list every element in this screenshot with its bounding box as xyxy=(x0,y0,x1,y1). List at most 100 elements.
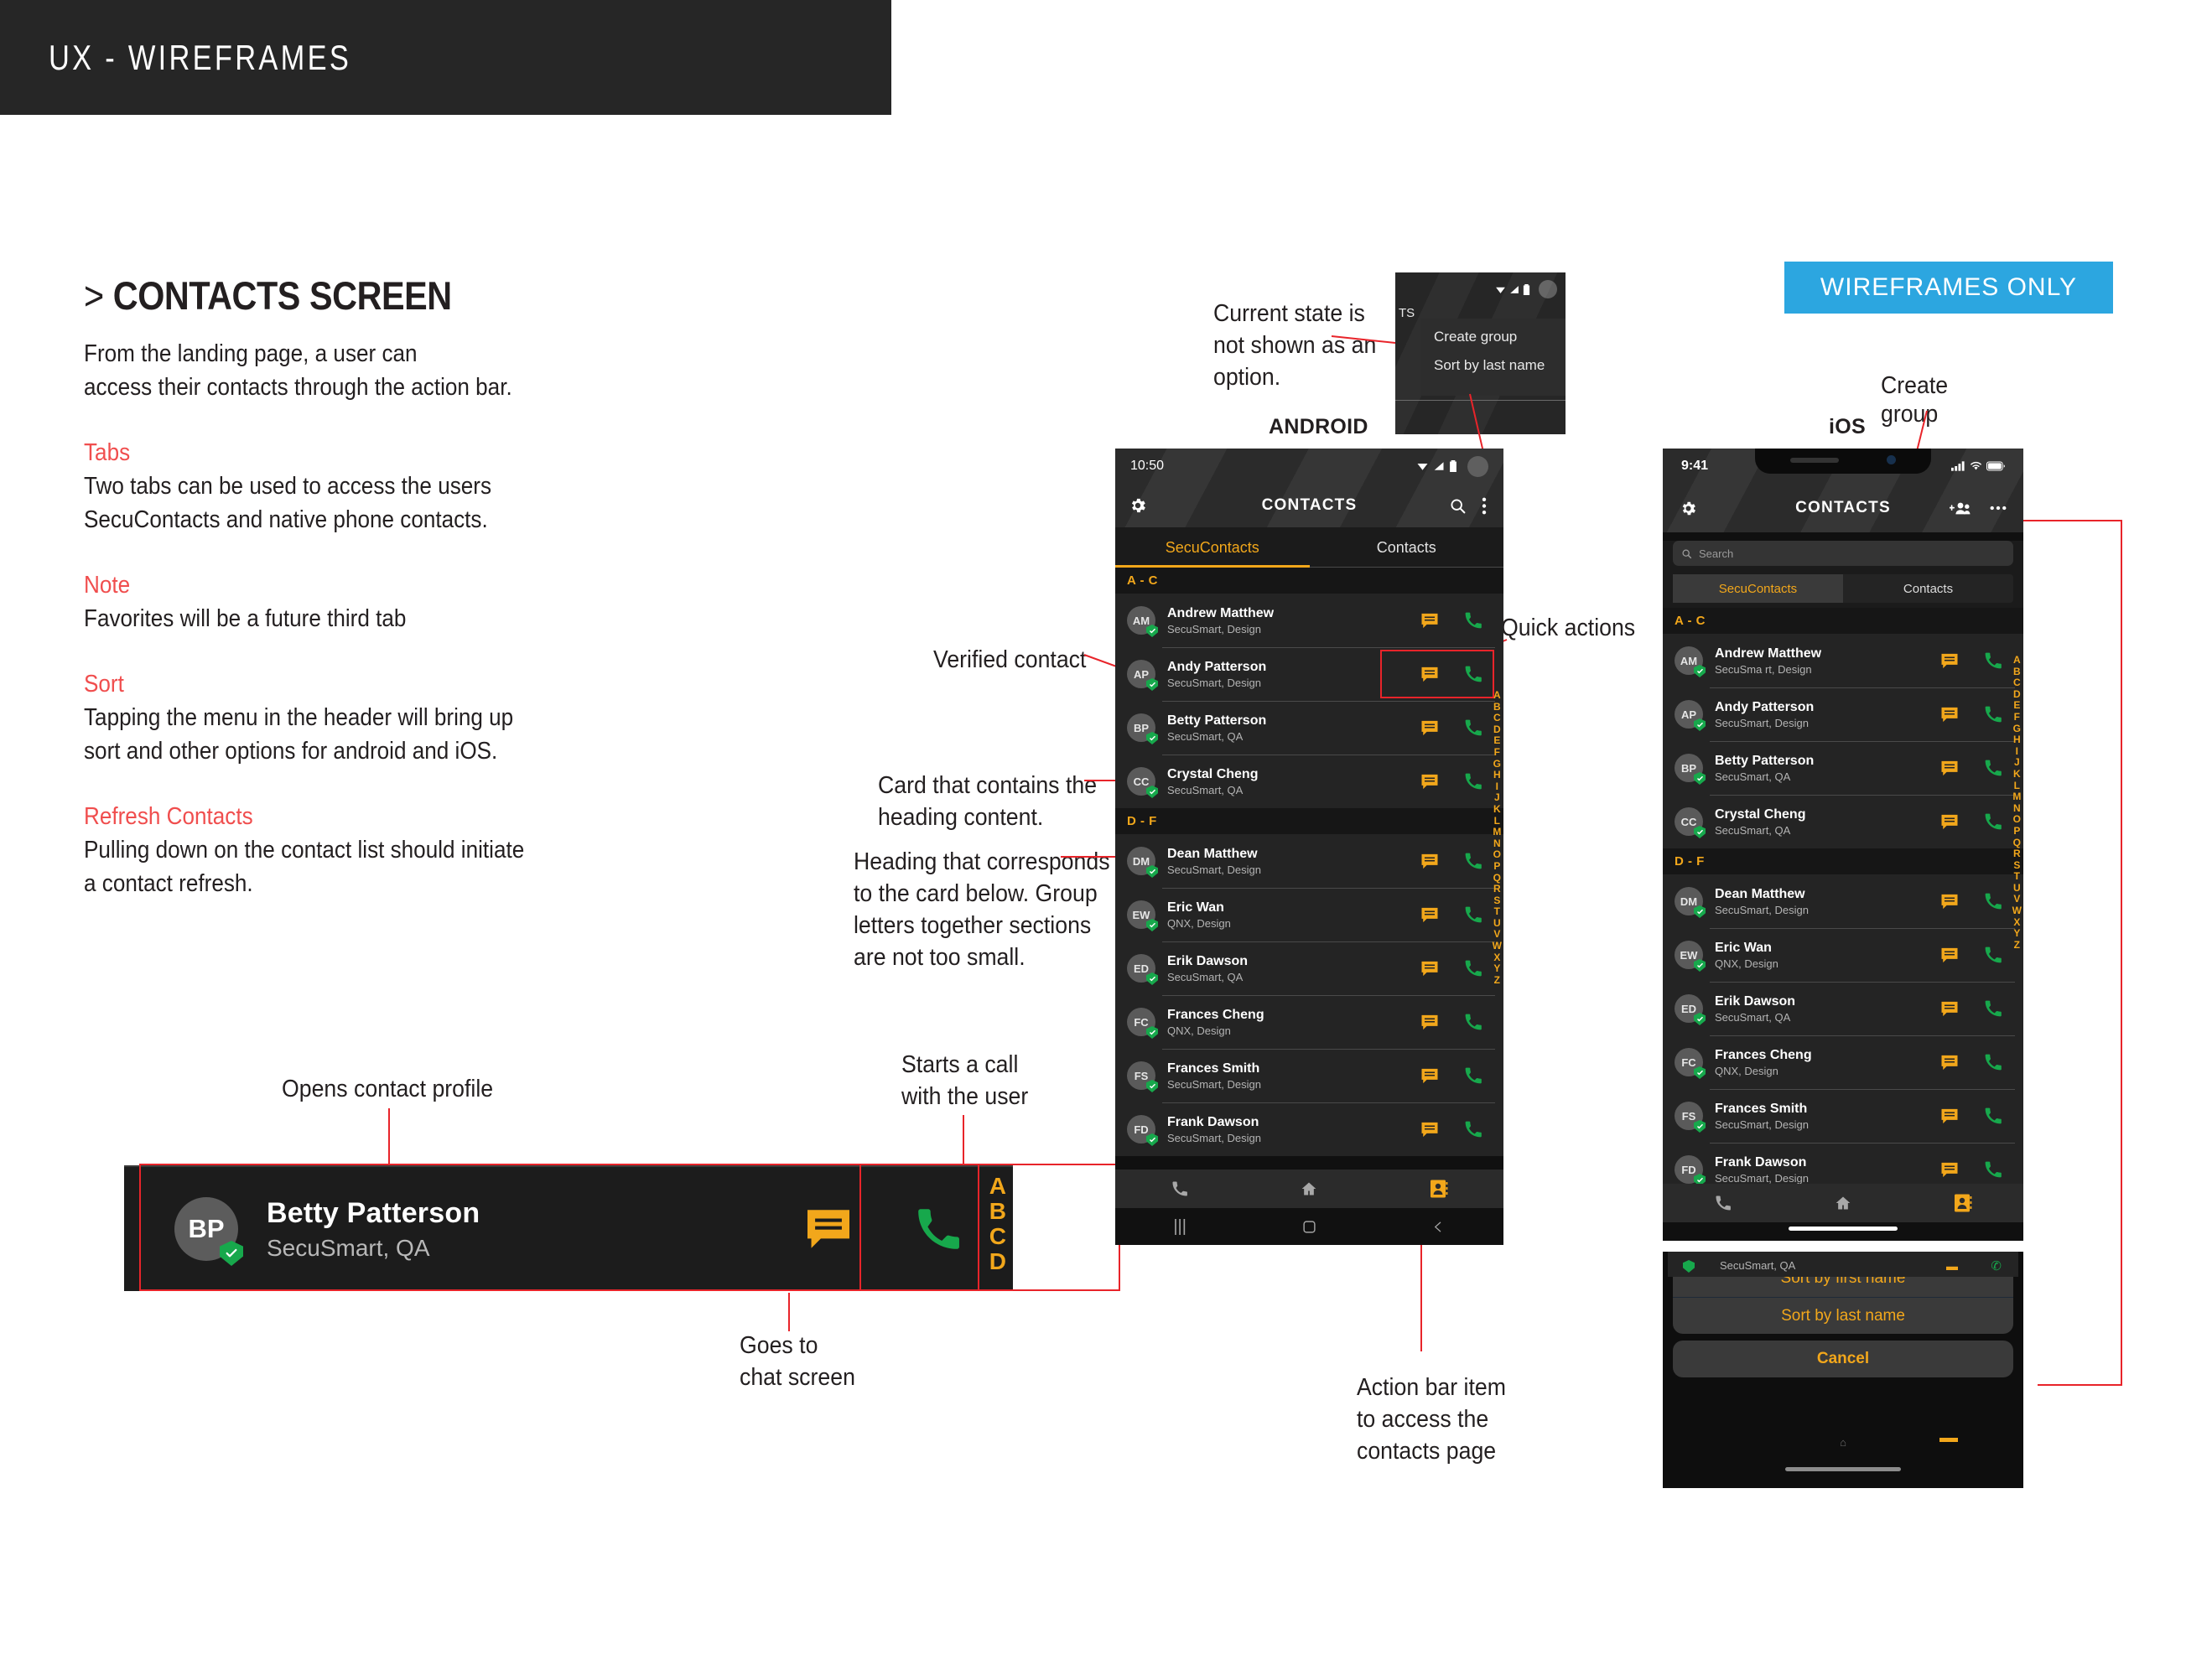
ellipsis-icon[interactable] xyxy=(1990,506,2007,511)
index-letter[interactable]: V xyxy=(1493,929,1500,941)
call-button[interactable] xyxy=(1971,892,2015,910)
chat-button[interactable] xyxy=(1408,613,1451,629)
alphabet-index-mini[interactable]: A B C D xyxy=(989,1174,1006,1274)
search-icon[interactable] xyxy=(1449,497,1467,515)
contact-row[interactable]: AM Andrew Matthew SecuSma rt, Design xyxy=(1663,634,2023,687)
index-letter[interactable]: U xyxy=(1493,917,1501,930)
index-letter[interactable]: Q xyxy=(2013,837,2021,849)
call-button[interactable] xyxy=(1451,772,1495,791)
contact-card[interactable]: BP Betty Patterson SecuSmart, QA A B C D xyxy=(124,1165,1013,1291)
android-overflow-menu[interactable]: Create group Sort by last name xyxy=(1420,319,1566,396)
avatar-circle-icon[interactable] xyxy=(1467,455,1488,477)
call-button[interactable] xyxy=(1451,905,1495,924)
chat-button[interactable] xyxy=(1928,707,1971,723)
index-letter[interactable]: Y xyxy=(2013,928,2020,940)
chat-button[interactable] xyxy=(1408,720,1451,736)
index-letter[interactable]: D xyxy=(1493,723,1501,736)
call-button[interactable] xyxy=(1971,946,2015,964)
call-button[interactable] xyxy=(1971,651,2015,670)
menu-item-create-group[interactable]: Create group xyxy=(1420,319,1566,355)
index-letter[interactable]: R xyxy=(2013,848,2021,860)
index-letter[interactable]: E xyxy=(1493,735,1500,747)
chat-button[interactable] xyxy=(1928,814,1971,830)
index-letter[interactable]: V xyxy=(2013,894,2020,905)
index-letter[interactable]: U xyxy=(2013,882,2021,895)
index-letter[interactable]: G xyxy=(1493,758,1501,770)
contact-row[interactable]: BP Betty Patterson SecuSmart, QA xyxy=(1115,701,1503,755)
index-letter[interactable]: H xyxy=(1493,770,1501,781)
index-letter[interactable]: C xyxy=(2013,677,2021,689)
index-letter[interactable]: T xyxy=(1494,906,1500,918)
index-letter[interactable]: I xyxy=(1496,781,1498,793)
chat-button[interactable] xyxy=(1928,1162,1971,1178)
call-button[interactable] xyxy=(1971,812,2015,831)
nav-home-button[interactable] xyxy=(1244,1180,1373,1197)
home-square-icon[interactable] xyxy=(1244,1220,1373,1234)
sheet-sort-by-last-name[interactable]: Sort by last name xyxy=(1673,1297,2013,1334)
contact-row[interactable]: DM Dean Matthew SecuSmart, Design xyxy=(1663,874,2023,928)
index-letter[interactable]: J xyxy=(1494,792,1500,804)
call-button[interactable] xyxy=(1451,1066,1495,1085)
call-button[interactable] xyxy=(1451,611,1495,630)
contact-row[interactable]: ED Erik Dawson SecuSmart, QA xyxy=(1663,982,2023,1035)
index-letter[interactable]: A xyxy=(2013,654,2021,666)
contact-row[interactable]: AP Andy Patterson SecuSmart, Design xyxy=(1115,647,1503,701)
tab-contacts[interactable]: Contacts xyxy=(1843,574,2013,603)
index-letter[interactable]: L xyxy=(1494,815,1500,827)
contact-row[interactable]: FS Frances Smith SecuSmart, Design xyxy=(1115,1049,1503,1102)
call-button[interactable] xyxy=(1451,959,1495,978)
chat-button[interactable] xyxy=(1928,1055,1971,1071)
sheet-cancel-button[interactable]: Cancel xyxy=(1673,1341,2013,1377)
contact-row[interactable]: AP Andy Patterson SecuSmart, Design xyxy=(1663,687,2023,741)
index-letter[interactable]: G xyxy=(2013,723,2021,735)
nav-phone-button[interactable] xyxy=(1115,1180,1244,1197)
search-input[interactable]: Search xyxy=(1673,541,2013,566)
index-letter[interactable]: H xyxy=(2013,734,2021,746)
contact-card-profile-region[interactable]: BP Betty Patterson SecuSmart, QA xyxy=(124,1165,770,1291)
call-button[interactable] xyxy=(1451,852,1495,870)
tab-secucontacts[interactable]: SecuContacts xyxy=(1115,527,1310,568)
index-letter[interactable]: Z xyxy=(2014,939,2020,952)
index-letter[interactable]: P xyxy=(1493,860,1500,873)
nav-home-button[interactable] xyxy=(1783,1195,1903,1211)
index-letter[interactable]: E xyxy=(2013,700,2020,712)
index-letter[interactable]: X xyxy=(1493,952,1500,964)
call-button[interactable] xyxy=(1451,1120,1495,1138)
index-letter[interactable]: X xyxy=(2013,916,2020,929)
contact-row[interactable]: DM Dean Matthew SecuSmart, Design xyxy=(1115,834,1503,888)
index-letter[interactable]: R xyxy=(1493,883,1501,895)
chat-button[interactable] xyxy=(1408,961,1451,977)
chat-button[interactable] xyxy=(1928,1001,1971,1017)
index-letter[interactable]: B xyxy=(1493,701,1501,713)
index-letter[interactable]: A xyxy=(1493,689,1501,702)
recents-icon[interactable]: ||| xyxy=(1115,1217,1244,1237)
contact-row[interactable]: EW Eric Wan QNX, Design xyxy=(1663,928,2023,982)
call-button[interactable] xyxy=(1451,718,1495,737)
call-button[interactable] xyxy=(1971,999,2015,1018)
index-letter[interactable]: F xyxy=(2014,711,2020,723)
index-letter[interactable]: S xyxy=(1493,895,1500,907)
nav-contacts-button[interactable] xyxy=(1903,1193,2023,1213)
contact-row[interactable]: EW Eric Wan QNX, Design xyxy=(1115,888,1503,941)
contact-row[interactable]: BP Betty Patterson SecuSmart, QA xyxy=(1663,741,2023,795)
add-people-icon[interactable] xyxy=(1950,500,1971,516)
call-button[interactable] xyxy=(1971,705,2015,723)
index-letter[interactable]: I xyxy=(2016,745,2018,758)
index-letter[interactable]: M xyxy=(2012,791,2021,803)
back-icon[interactable] xyxy=(1374,1220,1503,1234)
contact-row[interactable]: FD Frank Dawson SecuSmart, Design xyxy=(1115,1102,1503,1156)
index-letter[interactable]: N xyxy=(2013,802,2021,815)
index-letter[interactable]: K xyxy=(2013,768,2021,781)
alphabet-index-scroller[interactable]: ABCDEFGHIJKLMNOPQRSTUVWXYZ xyxy=(1493,689,1502,987)
index-letter[interactable]: D xyxy=(2013,688,2021,701)
nav-contacts-button[interactable] xyxy=(1374,1179,1503,1199)
contact-row[interactable]: ED Erik Dawson SecuSmart, QA xyxy=(1115,941,1503,995)
contact-row[interactable]: AM Andrew Matthew SecuSmart, Design xyxy=(1115,594,1503,647)
contact-row[interactable]: CC Crystal Cheng SecuSmart, QA xyxy=(1663,795,2023,848)
index-letter[interactable]: Z xyxy=(1494,974,1500,987)
tab-secucontacts[interactable]: SecuContacts xyxy=(1673,574,1843,603)
tab-contacts[interactable]: Contacts xyxy=(1310,527,1504,568)
chat-button[interactable] xyxy=(770,1165,887,1291)
index-letter[interactable]: J xyxy=(2014,757,2020,769)
chat-button[interactable] xyxy=(1408,853,1451,869)
